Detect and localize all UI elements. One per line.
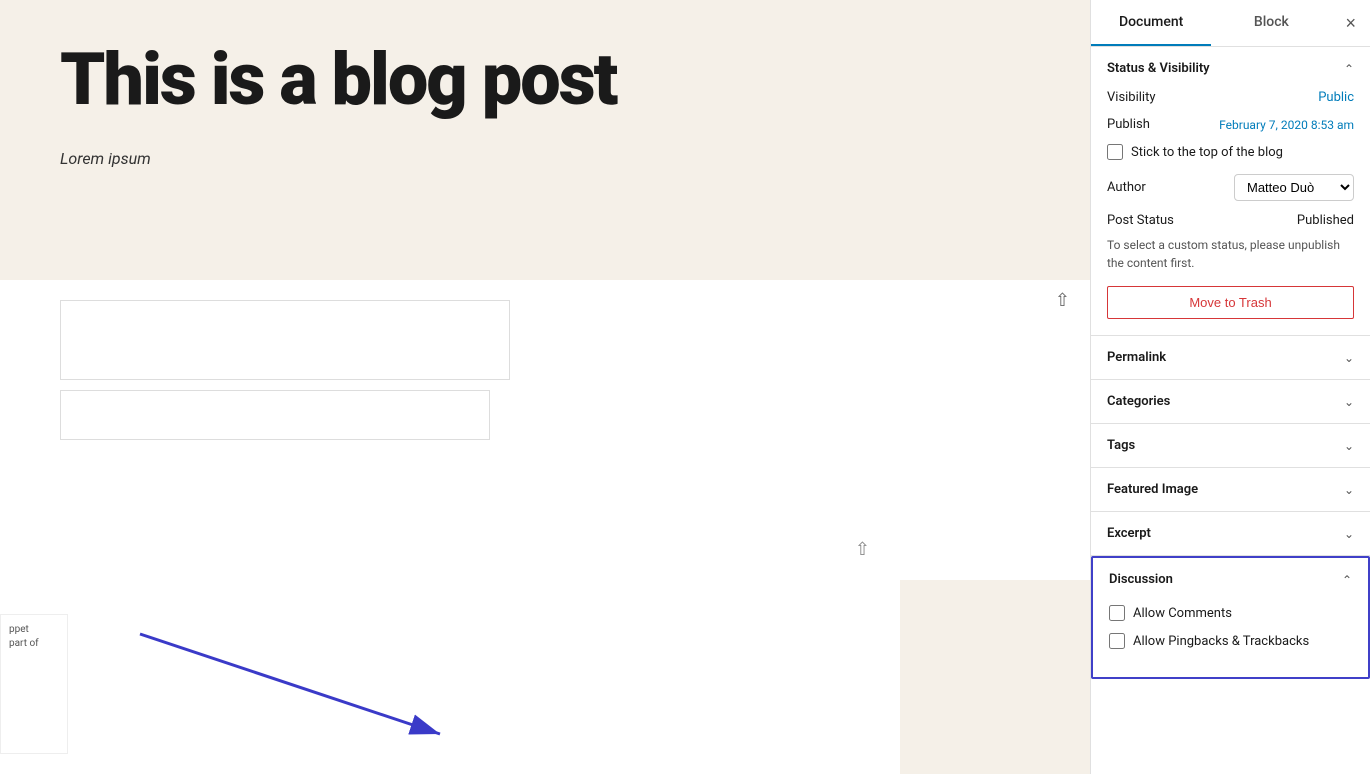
allow-pingbacks-label[interactable]: Allow Pingbacks & Trackbacks	[1133, 634, 1309, 649]
section-tags: Tags ⌄	[1091, 424, 1370, 468]
section-title-categories: Categories	[1107, 394, 1170, 409]
status-info-text: To select a custom status, please unpubl…	[1107, 236, 1354, 272]
section-title-tags: Tags	[1107, 438, 1135, 453]
allow-comments-checkbox[interactable]	[1109, 605, 1125, 621]
field-author: Author Matteo Duò	[1107, 174, 1354, 201]
publish-label: Publish	[1107, 117, 1150, 132]
chevron-icon-excerpt: ⌄	[1344, 527, 1354, 541]
allow-comments-row: Allow Comments	[1109, 605, 1352, 621]
field-publish: Publish February 7, 2020 8:53 am	[1107, 117, 1354, 132]
small-sidebar-block: ppetpart of	[0, 614, 68, 754]
blog-title: This is a blog post	[60, 40, 1030, 119]
post-status-value: Published	[1297, 213, 1354, 228]
chevron-up-icon-2[interactable]: ⇧	[855, 539, 870, 560]
post-status-row: Post Status Published	[1107, 213, 1354, 228]
chevron-icon-categories: ⌄	[1344, 395, 1354, 409]
allow-comments-label[interactable]: Allow Comments	[1133, 606, 1232, 621]
block-placeholder-2	[60, 390, 490, 440]
hero-section: This is a blog post Lorem ipsum	[0, 0, 1090, 280]
section-permalink: Permalink ⌄	[1091, 336, 1370, 380]
section-header-discussion[interactable]: Discussion ⌃	[1093, 558, 1368, 601]
section-content-status: Visibility Public Publish February 7, 20…	[1091, 90, 1370, 335]
visibility-label: Visibility	[1107, 90, 1156, 105]
section-title-featured-image: Featured Image	[1107, 482, 1198, 497]
chevron-icon-permalink: ⌄	[1344, 351, 1354, 365]
section-title-excerpt: Excerpt	[1107, 526, 1151, 541]
tab-document[interactable]: Document	[1091, 0, 1211, 46]
bottom-area: ⇧ ppetpart of	[0, 524, 900, 774]
discussion-content: Allow Comments Allow Pingbacks & Trackba…	[1093, 601, 1368, 677]
author-select[interactable]: Matteo Duò	[1234, 174, 1354, 201]
allow-pingbacks-checkbox[interactable]	[1109, 633, 1125, 649]
chevron-icon-featured-image: ⌄	[1344, 483, 1354, 497]
stick-to-top-row: Stick to the top of the blog	[1107, 144, 1354, 160]
stick-to-top-label[interactable]: Stick to the top of the blog	[1131, 145, 1283, 160]
chevron-icon-tags: ⌄	[1344, 439, 1354, 453]
tab-block[interactable]: Block	[1211, 0, 1331, 46]
arrow-annotation	[130, 604, 470, 764]
chevron-up-icon[interactable]: ⇧	[1055, 290, 1070, 311]
move-to-trash-button[interactable]: Move to Trash	[1107, 286, 1354, 319]
lorem-paragraph: Lorem ipsum	[60, 149, 1030, 168]
section-title-permalink: Permalink	[1107, 350, 1166, 365]
section-header-excerpt[interactable]: Excerpt ⌄	[1091, 512, 1370, 555]
sidebar-header: Document Block ×	[1091, 0, 1370, 47]
section-excerpt: Excerpt ⌄	[1091, 512, 1370, 556]
section-title-discussion: Discussion	[1109, 572, 1173, 587]
author-label: Author	[1107, 180, 1146, 195]
section-discussion: Discussion ⌃ Allow Comments Allow Pingba…	[1091, 556, 1370, 679]
small-block-text: ppetpart of	[9, 623, 59, 651]
main-content: This is a blog post Lorem ipsum ⇧ ⇧ ppet…	[0, 0, 1090, 774]
section-featured-image: Featured Image ⌄	[1091, 468, 1370, 512]
allow-pingbacks-row: Allow Pingbacks & Trackbacks	[1109, 633, 1352, 649]
sidebar: Document Block × Status & Visibility ⌃ V…	[1090, 0, 1370, 774]
section-header-featured-image[interactable]: Featured Image ⌄	[1091, 468, 1370, 511]
post-status-label: Post Status	[1107, 213, 1174, 228]
section-header-categories[interactable]: Categories ⌄	[1091, 380, 1370, 423]
chevron-up-icon-status: ⌃	[1344, 62, 1354, 76]
visibility-value[interactable]: Public	[1318, 90, 1354, 105]
stick-to-top-checkbox[interactable]	[1107, 144, 1123, 160]
section-title-status: Status & Visibility	[1107, 61, 1210, 76]
field-visibility: Visibility Public	[1107, 90, 1354, 105]
section-header-permalink[interactable]: Permalink ⌄	[1091, 336, 1370, 379]
section-status-visibility: Status & Visibility ⌃ Visibility Public …	[1091, 47, 1370, 336]
chevron-up-icon-discussion: ⌃	[1342, 573, 1352, 587]
section-categories: Categories ⌄	[1091, 380, 1370, 424]
section-header-tags[interactable]: Tags ⌄	[1091, 424, 1370, 467]
block-placeholder-1	[60, 300, 510, 380]
section-header-status[interactable]: Status & Visibility ⌃	[1091, 47, 1370, 90]
publish-value[interactable]: February 7, 2020 8:53 am	[1219, 118, 1354, 132]
close-button[interactable]: ×	[1332, 3, 1370, 44]
